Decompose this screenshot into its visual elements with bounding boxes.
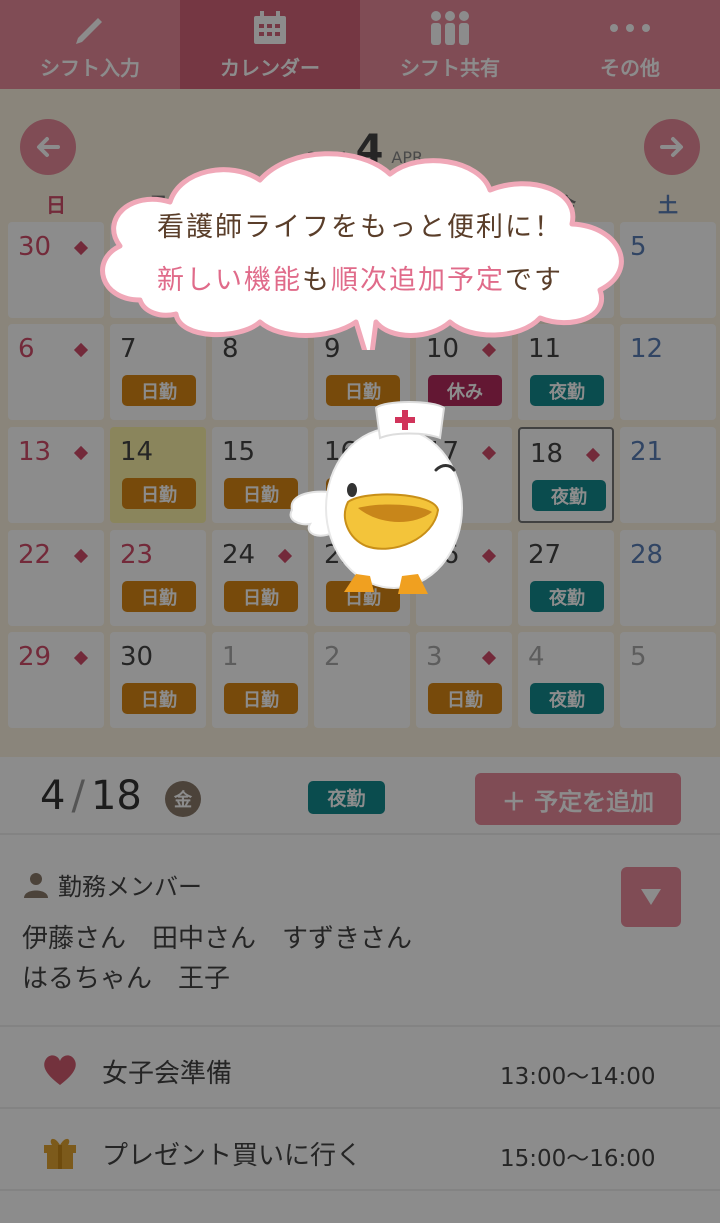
- bubble-text-end: です: [505, 265, 563, 296]
- bubble-line-2: 新しい機能も順次追加予定です: [80, 258, 640, 297]
- bubble-line-1: 看護師ライフをもっと便利に！: [157, 212, 563, 243]
- bubble-text: 看護師ライフをもっと便利に！ 新しい機能も順次追加予定です: [80, 205, 640, 297]
- bubble-text-mid: も: [302, 265, 331, 296]
- bubble-highlight: 順次追加予定: [331, 265, 505, 296]
- pelican-nurse-mascot: [289, 401, 463, 594]
- bubble-highlight: 新しい機能: [157, 265, 302, 296]
